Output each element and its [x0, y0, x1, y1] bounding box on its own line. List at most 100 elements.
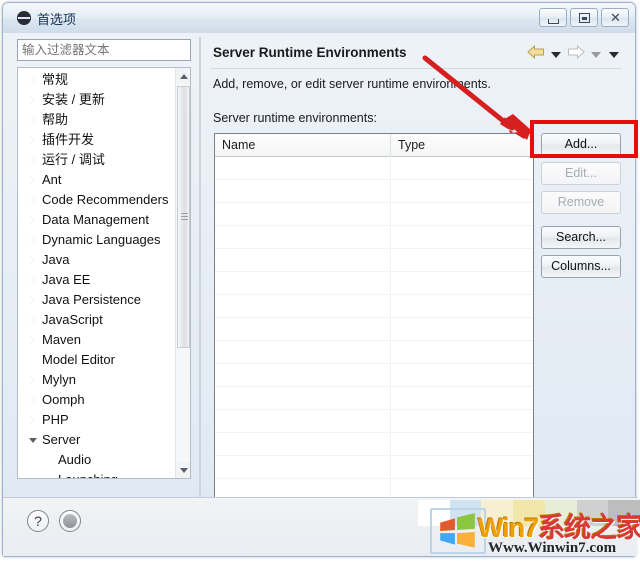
- scrollbar-grip-icon: [181, 213, 188, 221]
- eclipse-icon: [17, 11, 31, 25]
- back-arrow-icon[interactable]: [527, 44, 545, 64]
- back-menu-chevron-down-icon[interactable]: [551, 51, 561, 58]
- preferences-dialog-screenshot: 首选项 ✕ 常规安装 / 更新帮助插件开发运行 / 调试 Ant Code Reco…: [0, 0, 640, 563]
- column-header-type[interactable]: Type: [390, 134, 533, 156]
- sidebar-item-label: Server: [42, 432, 81, 447]
- sidebar-item-label: PHP: [42, 412, 69, 427]
- close-button[interactable]: ✕: [601, 8, 629, 27]
- sidebar-item-server[interactable]: Server: [18, 430, 176, 450]
- help-button[interactable]: ?: [27, 510, 49, 532]
- table-row[interactable]: [215, 180, 533, 203]
- table-row[interactable]: [215, 341, 533, 364]
- sidebar-item-label: Java EE: [42, 272, 91, 287]
- sidebar-item-php[interactable]: PHP: [18, 410, 176, 430]
- table-row[interactable]: [215, 272, 533, 295]
- tree-collapsed-icon[interactable]: [30, 296, 35, 304]
- sidebar-item-[interactable]: 安装 / 更新: [18, 90, 176, 110]
- table-row[interactable]: [215, 157, 533, 180]
- scroll-down-icon[interactable]: [176, 462, 190, 478]
- sidebar-item-java-persistence[interactable]: Java Persistence: [18, 290, 176, 310]
- tree-vertical-scrollbar[interactable]: [175, 68, 190, 478]
- tree-collapsed-icon[interactable]: [30, 256, 35, 264]
- column-header-name[interactable]: Name: [215, 134, 390, 156]
- tree-collapsed-icon[interactable]: [30, 336, 35, 344]
- filter-input[interactable]: [17, 39, 191, 61]
- sidebar-item-java-ee[interactable]: Java EE: [18, 270, 176, 290]
- sidebar-item-[interactable]: 插件开发: [18, 130, 176, 150]
- table-row[interactable]: [215, 433, 533, 456]
- table-row[interactable]: [215, 295, 533, 318]
- column-divider: [390, 156, 391, 504]
- table-row[interactable]: [215, 226, 533, 249]
- tree-collapsed-icon[interactable]: [30, 196, 35, 204]
- tree-collapsed-icon[interactable]: [30, 96, 35, 104]
- scrollbar-thumb[interactable]: [177, 86, 190, 348]
- table-row[interactable]: [215, 249, 533, 272]
- sidebar-item-label: Audio: [58, 452, 92, 467]
- sidebar-item-audio[interactable]: Audio: [18, 450, 176, 470]
- table-row[interactable]: [215, 318, 533, 341]
- forward-menu-chevron-down-icon: [591, 51, 601, 58]
- sidebar-item-label: Code Recommenders: [42, 192, 169, 207]
- sidebar-item-mylyn[interactable]: Mylyn: [18, 370, 176, 390]
- sidebar-item-label: 帮助: [42, 112, 69, 127]
- runtime-environments-table[interactable]: Name Type: [214, 133, 534, 505]
- preferences-tree[interactable]: 常规 安装 / 更新帮助插件开发运行 / 调试 Ant Code Recommende…: [17, 67, 191, 479]
- edit-button: Edit...: [541, 162, 621, 185]
- table-row[interactable]: [215, 456, 533, 479]
- sidebar-item-maven[interactable]: Maven: [18, 330, 176, 350]
- sidebar-item-[interactable]: 运行 / 调试: [18, 150, 176, 170]
- table-row[interactable]: [215, 203, 533, 226]
- tree-collapsed-icon[interactable]: [30, 156, 35, 164]
- tree-collapsed-icon[interactable]: [30, 276, 35, 284]
- sidebar-item-data-management[interactable]: Data Management: [18, 210, 176, 230]
- tree-expanded-icon[interactable]: [29, 438, 37, 443]
- watermark-url: Www.Winwin7.com: [488, 540, 617, 556]
- remove-button: Remove: [541, 191, 621, 214]
- apply-button[interactable]: [59, 510, 81, 532]
- tree-collapsed-icon[interactable]: [30, 136, 35, 144]
- sidebar-item-launching[interactable]: Launching: [18, 470, 176, 478]
- preferences-sidebar: 常规安装 / 更新帮助插件开发运行 / 调试 Ant Code Recommende…: [17, 39, 199, 525]
- sidebar-item-javascript[interactable]: JavaScript: [18, 310, 176, 330]
- sidebar-item-label: JavaScript: [42, 312, 103, 327]
- page-description: Add, remove, or edit server runtime envi…: [213, 77, 491, 91]
- tree-collapsed-icon[interactable]: [30, 316, 35, 324]
- scroll-up-icon[interactable]: [176, 68, 190, 84]
- tree-collapsed-icon[interactable]: [30, 236, 35, 244]
- preferences-window: 首选项 ✕ 常规安装 / 更新帮助插件开发运行 / 调试 Ant Code Reco…: [2, 2, 637, 557]
- tree-collapsed-icon[interactable]: [30, 76, 35, 84]
- minimize-button[interactable]: [539, 8, 567, 27]
- tree-collapsed-icon[interactable]: [30, 416, 35, 424]
- search-button[interactable]: Search...: [541, 226, 621, 249]
- sidebar-item-[interactable]: 帮助: [18, 110, 176, 130]
- pane-divider[interactable]: [199, 37, 201, 521]
- columns-button[interactable]: Columns...: [541, 255, 621, 278]
- tree-collapsed-icon[interactable]: [30, 396, 35, 404]
- sidebar-item-label: Launching: [58, 472, 118, 478]
- sidebar-item-[interactable]: 常规: [18, 70, 176, 90]
- tree-collapsed-icon[interactable]: [30, 176, 35, 184]
- restore-button[interactable]: [570, 8, 598, 27]
- view-menu-chevron-down-icon[interactable]: [609, 51, 619, 58]
- main-panel: Server Runtime Environments Add, remove,…: [205, 37, 625, 521]
- tree-collapsed-icon[interactable]: [30, 376, 35, 384]
- tree-collapsed-icon[interactable]: [30, 116, 35, 124]
- sidebar-item-label: 运行 / 调试: [42, 152, 105, 167]
- sidebar-item-label: Dynamic Languages: [42, 232, 161, 247]
- table-row[interactable]: [215, 387, 533, 410]
- table-row[interactable]: [215, 410, 533, 433]
- sidebar-item-oomph[interactable]: Oomph: [18, 390, 176, 410]
- sidebar-item-dynamic-languages[interactable]: Dynamic Languages: [18, 230, 176, 250]
- window-title: 首选项: [37, 12, 77, 27]
- list-label: Server runtime environments:: [213, 111, 377, 125]
- table-row[interactable]: [215, 364, 533, 387]
- tree-collapsed-icon[interactable]: [30, 216, 35, 224]
- sidebar-item-java[interactable]: Java: [18, 250, 176, 270]
- sidebar-item-label: Oomph: [42, 392, 85, 407]
- sidebar-item-code-recommenders[interactable]: Code Recommenders: [18, 190, 176, 210]
- sidebar-item-model-editor[interactable]: Model Editor: [18, 350, 176, 370]
- table-body: [215, 157, 533, 504]
- sidebar-item-ant[interactable]: Ant: [18, 170, 176, 190]
- apply-icon: [63, 514, 77, 528]
